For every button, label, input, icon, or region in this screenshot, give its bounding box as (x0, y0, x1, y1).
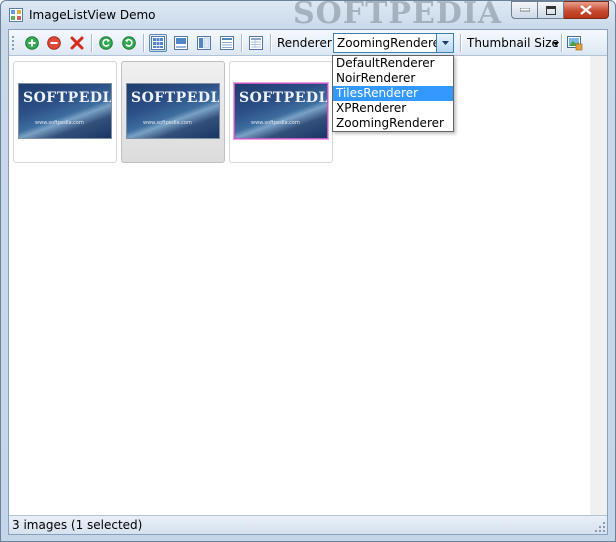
thumbnail-item[interactable]: SOFTPEDIA www.softpedia.com (229, 61, 333, 163)
resize-grip-icon[interactable] (595, 522, 605, 532)
close-button[interactable] (564, 1, 609, 19)
renderer-label: Renderer: (277, 36, 336, 50)
thumbnail-size-dropdown[interactable]: Thumbnail Size (467, 36, 559, 50)
minimize-button[interactable] (511, 1, 538, 19)
thumbnail-image: SOFTPEDIA www.softpedia.com (18, 83, 112, 139)
toolbar: Renderer: ZoomingRenderer Thumbnail Size (9, 30, 607, 56)
rotate-left-icon[interactable] (97, 34, 115, 52)
renderer-option[interactable]: TilesRenderer (333, 86, 453, 101)
image-settings-icon[interactable] (566, 34, 584, 52)
chevron-down-icon[interactable] (553, 42, 559, 46)
title-bar[interactable]: ImageListView Demo SOFTPEDIA (1, 1, 615, 29)
client-area: Renderer: ZoomingRenderer Thumbnail Size… (8, 29, 608, 535)
toolbar-separator (143, 34, 145, 52)
details-view-icon[interactable] (218, 34, 236, 52)
renderer-combobox[interactable]: ZoomingRenderer (333, 33, 454, 53)
thumbnail-item[interactable]: SOFTPEDIA www.softpedia.com (121, 61, 225, 163)
maximize-icon (545, 5, 556, 15)
thumbnail-image: SOFTPEDIA www.softpedia.com (234, 83, 328, 139)
renderer-dropdown-list: DefaultRenderer NoirRenderer TilesRenderer… (332, 55, 454, 132)
thumbnail-item[interactable]: SOFTPEDIA www.softpedia.com (13, 61, 117, 163)
chevron-down-icon[interactable] (436, 34, 453, 52)
thumbnail-brand-text: SOFTPEDIA (23, 90, 112, 106)
clear-icon[interactable] (68, 34, 86, 52)
renderer-option[interactable]: XPRenderer (333, 101, 453, 116)
remove-icon[interactable] (45, 34, 63, 52)
gallery-view-icon[interactable] (172, 34, 190, 52)
columns-icon[interactable] (247, 34, 265, 52)
thumbnail-url-text: www.softpedia.com (251, 120, 300, 126)
rotate-right-icon[interactable] (120, 34, 138, 52)
minimize-icon (519, 8, 530, 12)
thumbnail-brand-text: SOFTPEDIA (131, 90, 220, 106)
maximize-button[interactable] (538, 1, 564, 19)
toolbar-separator (561, 34, 563, 52)
renderer-option[interactable]: NoirRenderer (333, 71, 453, 86)
close-icon (580, 5, 592, 15)
app-window: ImageListView Demo SOFTPEDIA Renderer: Z… (0, 0, 616, 542)
status-text: 3 images (1 selected) (12, 518, 143, 532)
softpedia-watermark: SOFTPEDIA (293, 1, 503, 27)
caption-buttons (511, 1, 609, 20)
add-icon[interactable] (23, 34, 41, 52)
pane-view-icon[interactable] (195, 34, 213, 52)
window-title: ImageListView Demo (29, 8, 156, 22)
thumbnail-image: SOFTPEDIA www.softpedia.com (126, 83, 220, 139)
thumbnail-brand-text: SOFTPEDIA (239, 90, 328, 106)
app-icon (9, 8, 23, 22)
status-bar: 3 images (1 selected) (9, 515, 607, 534)
thumbnail-url-text: www.softpedia.com (35, 120, 84, 126)
image-list-view[interactable]: SOFTPEDIA www.softpedia.com SOFTPEDIA www.s… (9, 56, 607, 515)
thumbnail-url-text: www.softpedia.com (143, 120, 192, 126)
thumbnails-view-icon[interactable] (149, 34, 167, 52)
toolbar-separator (241, 34, 243, 52)
toolbar-separator (270, 34, 272, 52)
renderer-combobox-value: ZoomingRenderer (337, 36, 445, 50)
toolbar-grip[interactable] (12, 36, 16, 50)
toolbar-separator (91, 34, 93, 52)
renderer-option[interactable]: DefaultRenderer (333, 56, 453, 71)
renderer-option[interactable]: ZoomingRenderer (333, 116, 453, 131)
vertical-scrollbar[interactable] (590, 56, 607, 515)
toolbar-separator (460, 34, 462, 52)
